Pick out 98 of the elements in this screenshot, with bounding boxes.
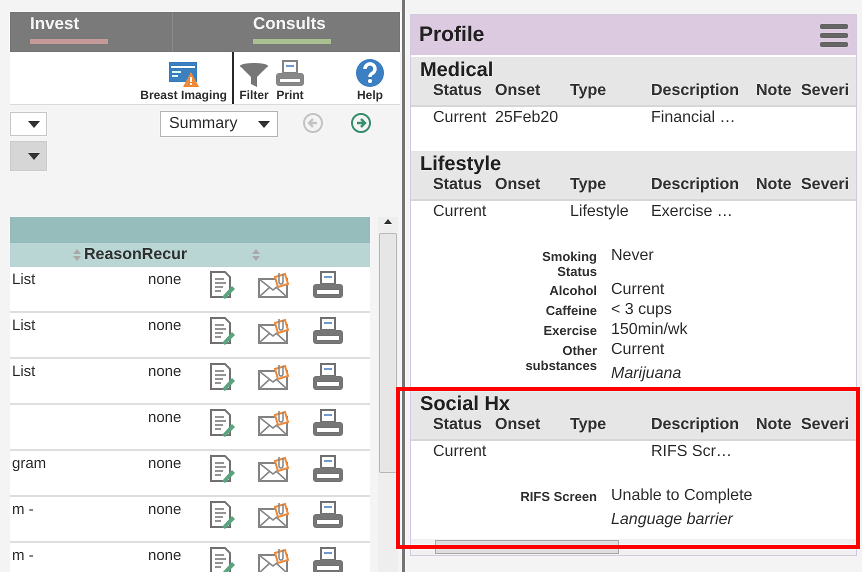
field-value: Unable to Complete — [611, 487, 754, 505]
printer-icon[interactable] — [312, 409, 344, 439]
printer-icon[interactable] — [312, 363, 344, 393]
field-label: Caffeine — [544, 302, 597, 319]
table-cell-text: List — [11, 363, 36, 380]
table-cell-text: List — [11, 317, 36, 334]
scrollbar-thumb[interactable] — [379, 233, 397, 473]
column-header: Onset — [495, 176, 542, 195]
column-header: Description — [651, 82, 740, 101]
edit-document-icon[interactable] — [208, 317, 236, 347]
field-value: 150min/wk — [611, 321, 688, 339]
menu-button[interactable] — [820, 23, 848, 47]
field-label: Exercise — [542, 322, 597, 339]
table-cell-text: none — [148, 409, 182, 426]
field-label: Other substances — [524, 342, 597, 375]
field-label: Smoking Status — [541, 248, 597, 279]
print-button[interactable]: Print — [272, 60, 308, 104]
nav-tab[interactable]: Consults — [253, 12, 331, 52]
section-title: Medical — [419, 58, 494, 82]
edit-document-icon[interactable] — [208, 547, 236, 572]
table-cell-text: m - — [11, 501, 35, 518]
mail-attachment-icon[interactable] — [258, 501, 290, 531]
table-cell-text: 25Feb20 — [495, 109, 560, 128]
field-value: Current — [611, 341, 666, 359]
edit-document-icon[interactable] — [208, 363, 236, 393]
printer-icon[interactable] — [312, 317, 344, 347]
nav-tab[interactable]: Invest — [30, 12, 108, 52]
printer-icon[interactable] — [312, 455, 344, 485]
mail-attachment-icon[interactable] — [258, 455, 290, 485]
mail-attachment-icon[interactable] — [258, 547, 290, 572]
table-cell-text: m - — [11, 547, 35, 564]
field-note: Marijuana — [611, 365, 682, 383]
table-cell-text: none — [148, 271, 182, 288]
imaging-button[interactable]: Breast Imaging — [137, 60, 230, 104]
column-header: Status — [433, 176, 483, 195]
field-label: Alcohol — [548, 282, 597, 299]
help-icon — [355, 58, 385, 88]
filter-icon — [239, 62, 269, 88]
table-cell-text: Current — [433, 443, 488, 462]
column-header: Description — [651, 176, 740, 195]
column-header: Type — [570, 82, 608, 101]
column-header: Severi — [801, 176, 850, 195]
column-header: Onset — [495, 416, 542, 435]
column-header: Status — [433, 82, 483, 101]
caret-icon — [257, 120, 271, 128]
table-cell-text: none — [148, 501, 182, 518]
printer-icon[interactable] — [312, 271, 344, 301]
edit-document-icon[interactable] — [208, 455, 236, 485]
imaging-warning-icon — [166, 60, 201, 88]
vertical-scrollbar[interactable] — [378, 217, 398, 572]
table-cell-text: Financial … — [651, 109, 736, 128]
column-header: Description — [651, 416, 740, 435]
column-header: Type — [570, 416, 608, 435]
column-header: Note — [756, 416, 793, 435]
mail-attachment-icon[interactable] — [258, 317, 290, 347]
caret-icon — [27, 152, 41, 160]
table-cell-text: none — [148, 547, 182, 564]
table-cell-text: Current — [433, 109, 488, 128]
section-title: Lifestyle — [419, 152, 502, 176]
table-cell-text: Current — [433, 203, 488, 222]
help-button[interactable]: Help — [352, 58, 388, 104]
field-value: < 3 cups — [611, 301, 673, 319]
column-header: Note — [756, 82, 793, 101]
column-header: Type — [570, 176, 608, 195]
table-cell-text: none — [148, 363, 182, 380]
menu-icon — [820, 23, 848, 47]
printer-icon[interactable] — [312, 501, 344, 531]
dropdown[interactable] — [10, 112, 47, 136]
column-header: Severi — [801, 416, 850, 435]
mail-attachment-icon[interactable] — [258, 271, 290, 301]
column-header: Severi — [801, 82, 850, 101]
mail-attachment-icon[interactable] — [258, 409, 290, 439]
caret-icon — [27, 120, 41, 128]
column-header: Note — [756, 176, 793, 195]
field-note: Language barrier — [611, 511, 734, 529]
table-cell-text: gram — [11, 455, 48, 472]
section-title: Social Hx — [419, 392, 512, 416]
edit-document-icon[interactable] — [208, 501, 236, 531]
table-cell-text: RIFS Scr… — [651, 443, 733, 462]
field-label: RIFS Screen — [519, 488, 597, 506]
mail-attachment-icon[interactable] — [258, 363, 290, 393]
table-cell-text: Exercise … — [651, 203, 734, 222]
field-value: Never — [611, 247, 655, 265]
table-cell-text: List — [11, 271, 36, 288]
printer-icon[interactable] — [312, 547, 344, 572]
edit-document-icon[interactable] — [208, 271, 236, 301]
panel-title: Profile — [419, 23, 484, 47]
table-cell-text: none — [148, 455, 182, 472]
scroll-up-icon[interactable] — [383, 217, 393, 225]
table-cell-text: Lifestyle — [570, 203, 630, 222]
edit-document-icon[interactable] — [208, 409, 236, 439]
printer-icon — [275, 60, 305, 88]
field-value: Current — [611, 281, 666, 299]
view-select[interactable]: Summary — [160, 111, 278, 137]
column-header: Status — [433, 416, 483, 435]
filter-button[interactable]: Filter — [236, 62, 272, 104]
table-cell-text: none — [148, 317, 182, 334]
column-header: Onset — [495, 82, 542, 101]
